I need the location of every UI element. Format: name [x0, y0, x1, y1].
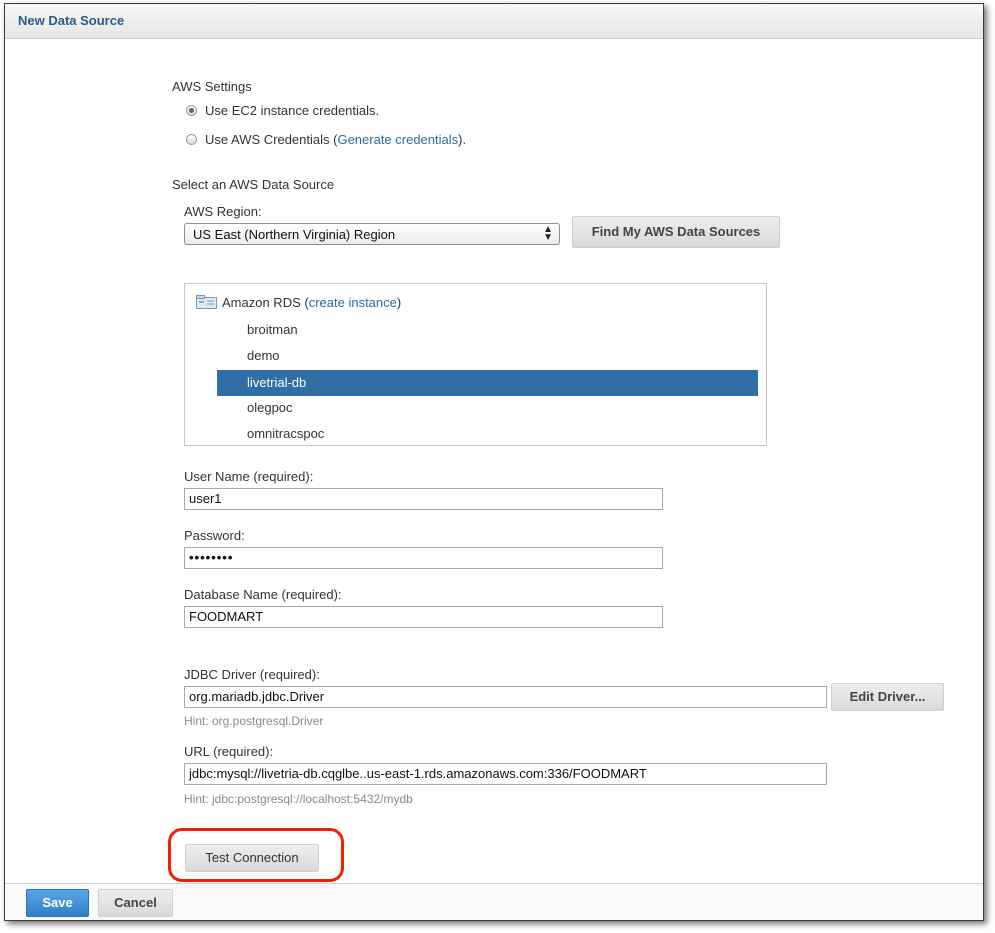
tree-root-amazon-rds: Amazon RDS (create instance)	[222, 295, 401, 310]
jdbc-driver-input[interactable]: org.mariadb.jdbc.Driver	[184, 686, 827, 708]
aws-settings-heading: AWS Settings	[172, 79, 252, 94]
jdbc-driver-label: JDBC Driver (required):	[184, 667, 320, 682]
tree-item-livetrial-db[interactable]: livetrial-db	[217, 370, 758, 396]
tree-item-omnitracspoc[interactable]: omnitracspoc	[217, 426, 324, 441]
data-source-tree: Amazon RDS (create instance) broitman de…	[184, 283, 767, 446]
username-input[interactable]: user1	[184, 488, 663, 510]
find-data-sources-button[interactable]: Find My AWS Data Sources	[572, 216, 780, 248]
tree-item-olegpoc[interactable]: olegpoc	[217, 400, 293, 415]
cancel-button[interactable]: Cancel	[98, 889, 173, 917]
tree-item-broitman[interactable]: broitman	[217, 322, 298, 337]
title-bar: New Data Source	[5, 4, 983, 39]
password-input[interactable]: ••••••••	[184, 547, 663, 569]
region-select-value: US East (Northern Virginia) Region	[193, 227, 396, 242]
database-folder-icon	[196, 295, 218, 312]
dbname-label: Database Name (required):	[184, 587, 342, 602]
aws-credentials-suffix: ).	[458, 132, 467, 147]
tree-root-paren-close: )	[396, 295, 402, 310]
password-label: Password:	[184, 528, 245, 543]
tree-root-paren-open: (	[300, 295, 309, 310]
ec2-credentials-label[interactable]: Use EC2 instance credentials.	[205, 103, 379, 118]
data-source-heading: Select an AWS Data Source	[172, 177, 335, 192]
aws-credentials-radio[interactable]	[186, 134, 197, 145]
edit-driver-button[interactable]: Edit Driver...	[831, 683, 944, 711]
ec2-credentials-radio[interactable]	[186, 105, 197, 116]
aws-credentials-option: Use AWS Credentials (Generate credential…	[205, 132, 466, 147]
dialog-footer: Save Cancel	[5, 883, 983, 920]
dialog-title: New Data Source	[18, 13, 125, 28]
url-input[interactable]: jdbc:mysql://livetria-db.cqglbe..us-east…	[184, 763, 827, 785]
tree-root-label[interactable]: Amazon RDS	[222, 295, 301, 310]
select-arrows-icon: ▲ ▼	[543, 224, 553, 243]
jdbc-driver-hint: Hint: org.postgresql.Driver	[184, 714, 324, 728]
url-hint: Hint: jdbc:postgresql://localhost:5432/m…	[184, 792, 413, 806]
username-label: User Name (required):	[184, 469, 314, 484]
save-button[interactable]: Save	[26, 889, 89, 917]
url-label: URL (required):	[184, 744, 274, 759]
aws-credentials-label[interactable]: Use AWS Credentials (	[205, 132, 337, 147]
tree-item-demo[interactable]: demo	[217, 348, 280, 363]
create-instance-link[interactable]: create instance	[309, 295, 397, 310]
region-label: AWS Region:	[184, 204, 262, 219]
region-select[interactable]: US East (Northern Virginia) Region ▲ ▼	[184, 223, 560, 245]
generate-credentials-link[interactable]: Generate credentials	[337, 132, 458, 147]
highlight-annotation	[168, 828, 344, 882]
dbname-input[interactable]: FOODMART	[184, 606, 663, 628]
dialog-window: New Data Source AWS Settings Use EC2 ins…	[4, 3, 984, 921]
